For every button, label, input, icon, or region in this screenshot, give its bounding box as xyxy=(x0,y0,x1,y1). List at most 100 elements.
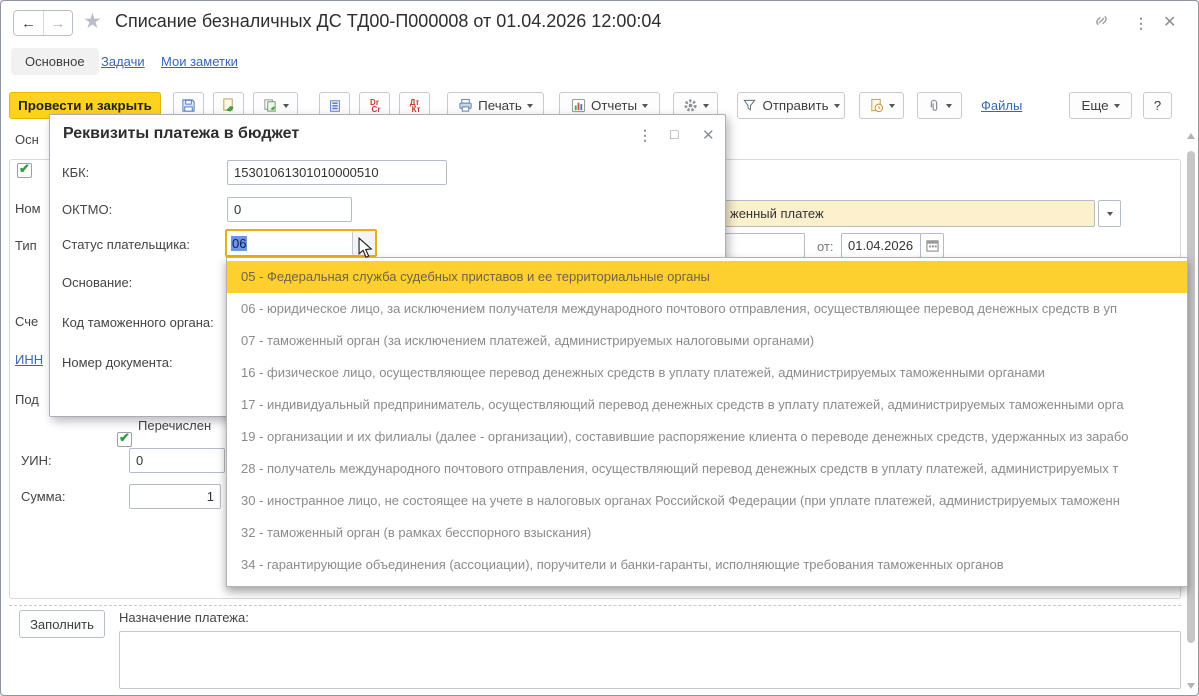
dropdown-item-label: 16 - физическое лицо, осуществляющее пер… xyxy=(241,365,1045,380)
payer-status-ellipsis-button[interactable]: ... xyxy=(352,231,375,255)
payer-status-dropdown: 05 - Федеральная служба судебных пристав… xyxy=(226,257,1188,587)
print-caret-icon xyxy=(527,104,533,108)
transferred-checkbox[interactable]: ✔ xyxy=(117,432,132,447)
schedule-document-button[interactable] xyxy=(859,92,904,119)
dropdown-item[interactable]: 32 - таможенный орган (в рамках бесспорн… xyxy=(227,517,1187,549)
amount-field[interactable]: 1 xyxy=(129,484,221,509)
fill-button[interactable]: Заполнить xyxy=(19,610,105,638)
dropdown-item[interactable]: 19 - организации и их филиалы (далее - о… xyxy=(227,421,1187,453)
oktmo-value: 0 xyxy=(234,202,241,217)
purpose-textarea[interactable] xyxy=(119,631,1181,689)
uin-field[interactable]: 0 xyxy=(129,448,225,473)
payer-status-control[interactable]: 06 ... xyxy=(225,229,377,257)
dropdown-item-label: 06 - юридическое лицо, за исключением по… xyxy=(241,301,1117,316)
dropdown-item[interactable]: 34 - гарантирующие объединения (ассоциац… xyxy=(227,549,1187,581)
division-label: Под xyxy=(15,392,39,407)
date-value: 01.04.2026 xyxy=(848,238,913,253)
bottom-separator xyxy=(9,605,1181,606)
reports-caret-icon xyxy=(642,104,648,108)
more-label: Еще xyxy=(1081,98,1108,113)
uin-value: 0 xyxy=(136,453,143,468)
scrollbar-thumb[interactable] xyxy=(1187,151,1195,643)
payer-status-value: 06 xyxy=(231,236,247,251)
dialog-maximize-icon[interactable]: □ xyxy=(670,126,678,142)
oktmo-label: ОКТМО: xyxy=(62,202,112,217)
dropdown-item-label: 30 - иностранное лицо, не состоящее на у… xyxy=(241,493,1120,508)
uin-label: УИН: xyxy=(21,453,52,468)
dropdown-item[interactable]: 05 - Федеральная служба судебных пристав… xyxy=(227,261,1187,293)
payer-status-input[interactable]: 06 xyxy=(227,231,352,255)
dropdown-item[interactable]: 07 - таможенный орган (за исключением пл… xyxy=(227,325,1187,357)
link-icon[interactable] xyxy=(1093,12,1110,29)
type-label: Тип xyxy=(15,238,37,253)
payment-type-field[interactable]: женный платеж xyxy=(701,200,1095,227)
dropdown-item-label: 19 - организации и их филиалы (далее - о… xyxy=(241,429,1129,444)
oktmo-field[interactable]: 0 xyxy=(227,197,352,222)
dropdown-item-label: 07 - таможенный орган (за исключением пл… xyxy=(241,333,814,348)
kbk-field[interactable]: 15301061301010000510 xyxy=(227,160,447,185)
amount-label: Сумма: xyxy=(21,489,65,504)
dropdown-item-label: 32 - таможенный орган (в рамках бесспорн… xyxy=(241,525,591,540)
calendar-button[interactable] xyxy=(920,233,944,258)
number-label: Ном xyxy=(15,201,41,216)
payer-status-label: Статус плательщика: xyxy=(62,237,190,252)
tab-main[interactable]: Основное xyxy=(11,48,99,75)
funnel-icon xyxy=(742,98,757,113)
tab-tasks[interactable]: Задачи xyxy=(101,54,145,69)
settings-caret-icon xyxy=(703,104,709,108)
calendar-icon xyxy=(926,239,939,252)
amount-value: 1 xyxy=(207,489,214,504)
dropdown-item[interactable]: 16 - физическое лицо, осуществляющее пер… xyxy=(227,357,1187,389)
print-label: Печать xyxy=(478,98,522,113)
dropdown-item[interactable]: 30 - иностранное лицо, не состоящее на у… xyxy=(227,485,1187,517)
close-window-icon[interactable]: ✕ xyxy=(1163,13,1176,33)
help-button[interactable]: ? xyxy=(1143,92,1172,119)
attachments-caret-icon xyxy=(946,104,952,108)
doc-number-label: Номер документа: xyxy=(62,355,173,370)
basis-label: Основание: xyxy=(62,275,132,290)
copy-caret-icon xyxy=(283,104,289,108)
schedule-caret-icon xyxy=(889,104,895,108)
gear-icon xyxy=(683,98,698,113)
dt-kt-icon: ДтКт xyxy=(409,99,421,113)
form-checkbox-1[interactable]: ✔ xyxy=(17,163,32,178)
group-label: Осн xyxy=(15,132,39,147)
dropdown-item[interactable]: 17 - индивидуальный предприниматель, осу… xyxy=(227,389,1187,421)
purpose-label: Назначение платежа: xyxy=(119,610,249,625)
date-field[interactable]: 01.04.2026 xyxy=(841,233,921,258)
dropdown-item-label: 17 - индивидуальный предприниматель, осу… xyxy=(241,397,1124,412)
attachments-button[interactable] xyxy=(917,92,962,119)
tab-my-notes[interactable]: Мои заметки xyxy=(161,54,238,69)
back-button[interactable]: ← xyxy=(14,11,43,35)
customs-code-label: Код таможенного органа: xyxy=(62,315,214,330)
date-label: от: xyxy=(817,239,834,254)
scroll-up-icon[interactable] xyxy=(1187,133,1195,139)
inn-link[interactable]: ИНН xyxy=(15,352,43,367)
kbk-label: КБК: xyxy=(62,165,89,180)
dialog-menu-icon[interactable]: ⋮ xyxy=(638,127,652,144)
forward-button[interactable]: → xyxy=(43,11,72,35)
chart-icon xyxy=(571,98,586,113)
save-icon xyxy=(181,98,196,113)
app-window: ← → ★ Списание безналичных ДС ТД00-П0000… xyxy=(0,0,1199,696)
payment-type-dropdown-button[interactable] xyxy=(1098,200,1121,227)
dropdown-item-label: 34 - гарантирующие объединения (ассоциац… xyxy=(241,557,1004,572)
send-label: Отправить xyxy=(762,98,828,113)
dialog-close-icon[interactable]: ✕ xyxy=(702,126,715,144)
send-button[interactable]: Отправить xyxy=(737,92,845,119)
more-menu-icon[interactable]: ⋮ xyxy=(1134,13,1148,33)
send-caret-icon xyxy=(834,104,840,108)
paperclip-icon xyxy=(927,99,941,113)
dr-cr-icon: DrCr xyxy=(369,99,381,113)
scroll-down-icon[interactable] xyxy=(1187,683,1195,689)
dropdown-item[interactable]: 28 - получатель международного почтового… xyxy=(227,453,1187,485)
dropdown-item-label: 28 - получатель международного почтового… xyxy=(241,461,1118,476)
post-document-icon xyxy=(221,98,236,113)
kbk-value: 15301061301010000510 xyxy=(234,165,379,180)
files-link[interactable]: Файлы xyxy=(981,98,1022,113)
dropdown-item[interactable]: 06 - юридическое лицо, за исключением по… xyxy=(227,293,1187,325)
more-actions-button[interactable]: Еще xyxy=(1069,92,1132,119)
printer-icon xyxy=(458,98,473,113)
structure-icon xyxy=(328,99,342,113)
favorite-star-icon[interactable]: ★ xyxy=(83,10,102,34)
